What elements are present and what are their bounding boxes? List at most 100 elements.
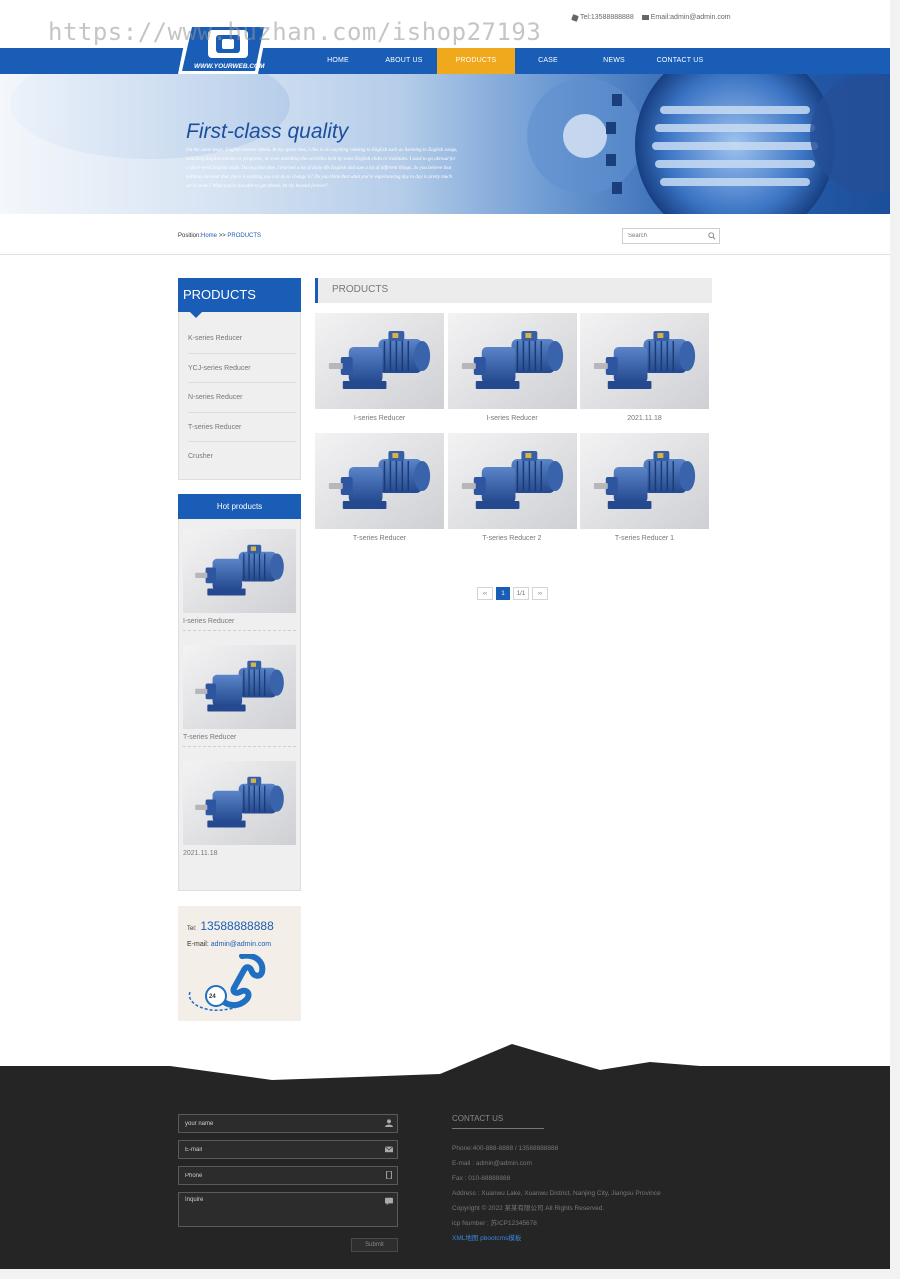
phone-icon [571, 13, 579, 22]
banner-text: On the same stage, English teacher label… [186, 148, 458, 189]
product-card[interactable]: I-series Reducer [447, 313, 577, 433]
pagination: ‹‹ 1 1/1 ›› [477, 587, 548, 600]
footer-icp: icp Number : 苏ICP12345678 [452, 1220, 537, 1227]
hot-products-title: Hot products [178, 494, 301, 519]
nav-news[interactable]: NEWS [581, 48, 647, 74]
hot-product-item[interactable]: I-series Reducer [183, 529, 296, 631]
hot-product-caption[interactable]: I-series Reducer [183, 618, 296, 631]
product-caption[interactable]: I-series Reducer [448, 415, 577, 422]
envelope-icon [385, 1146, 393, 1153]
pagination-page-current[interactable]: 1 [496, 587, 510, 600]
telephone-illustration-icon: 24 [188, 954, 266, 1011]
footer-contact: CONTACT US Phone:400-888-8888 / 13588888… [452, 1114, 752, 1246]
search-input[interactable] [623, 229, 703, 243]
mobile-phone-icon [386, 1171, 392, 1179]
product-card[interactable]: T-series Reducer [315, 433, 444, 553]
sidebar-item-ycj-series[interactable]: YCJ-series Reducer [188, 354, 296, 383]
sidebar-item-crusher[interactable]: Crusher [188, 442, 296, 472]
products-header: PRODUCTS [315, 278, 712, 303]
contact-card-tel-number: 13588888888 [200, 919, 274, 933]
breadcrumb-separator: >> [217, 233, 228, 239]
sidebar-products: PRODUCTS K-series Reducer YCJ-series Red… [178, 278, 301, 480]
email-field-wrap [178, 1140, 398, 1159]
product-image[interactable] [447, 313, 577, 409]
pagination-page-count[interactable]: 1/1 [513, 587, 529, 600]
hot-product-caption[interactable]: T-series Reducer [183, 734, 296, 747]
footer-fax: Fax : 010-88888888 [452, 1175, 511, 1182]
watermark-text: https://www.huzhan.com/ishop27193 [48, 18, 542, 46]
pagination-first-button[interactable]: ‹‹ [477, 587, 493, 600]
sidebar-item-n-series[interactable]: N-series Reducer [188, 383, 296, 413]
inquire-field-wrap [178, 1192, 398, 1227]
nav-contact[interactable]: CONTACT US [647, 48, 713, 74]
hot-product-caption[interactable]: 2021.11.18 [183, 850, 296, 862]
product-caption[interactable]: T-series Reducer [315, 535, 444, 542]
footer-phone: Phone:400-888-8888 / 13588888888 [452, 1145, 559, 1152]
page-margin-bottom [0, 1269, 900, 1279]
sidebar-title: PRODUCTS [178, 278, 301, 318]
product-image[interactable] [580, 313, 709, 409]
product-image[interactable] [183, 761, 296, 845]
product-caption[interactable]: I-series Reducer [315, 415, 444, 422]
product-caption[interactable]: T-series Reducer 1 [580, 535, 709, 542]
footer-mountain-background [0, 1044, 890, 1269]
contact-card-mail-address: admin@admin.com [210, 941, 272, 948]
contact-card: Tel: 13588888888 E-mail: admin@admin.com … [178, 906, 301, 1021]
product-caption[interactable]: 2021.11.18 [580, 415, 709, 422]
product-image[interactable] [183, 645, 296, 729]
product-card[interactable]: I-series Reducer [315, 313, 444, 433]
hot-products-list: I-series Reducer T-series Reducer 2021.1… [178, 519, 301, 891]
top-contact-bar: Tel:13588888888 Email:admin@admin.com [571, 13, 731, 22]
contact-card-tel-label: Tel: [187, 926, 197, 932]
product-image[interactable] [183, 529, 296, 613]
breadcrumb-bar: Position:Home >> PRODUCTS [0, 214, 890, 255]
contact-card-mail: E-mail: admin@admin.com [187, 941, 271, 948]
page: https://www.huzhan.com/ishop27193 Tel:13… [0, 0, 890, 1269]
footer-email: E-mail : admin@admin.com [452, 1160, 532, 1167]
top-tel-text: Tel:13588888888 [580, 14, 634, 21]
nav-about[interactable]: ABOUT US [371, 48, 437, 74]
top-tel: Tel:13588888888 [571, 13, 634, 22]
name-input[interactable] [179, 1115, 379, 1132]
product-image[interactable] [447, 433, 577, 529]
sidebar-item-t-series[interactable]: T-series Reducer [188, 413, 296, 442]
page-margin-right [890, 0, 900, 1279]
hot-product-item[interactable]: T-series Reducer [183, 645, 296, 747]
svg-text:24: 24 [209, 994, 216, 1000]
main-nav: HOME ABOUT US PRODUCTS CASE NEWS CONTACT… [305, 48, 713, 74]
product-card[interactable]: T-series Reducer 2 [447, 433, 577, 553]
footer-links[interactable]: XML地图 pbootcms模板 [452, 1231, 752, 1246]
breadcrumb-home[interactable]: Home [201, 233, 217, 239]
banner-gears-image [10, 74, 890, 214]
breadcrumb-current[interactable]: PRODUCTS [227, 233, 261, 239]
chat-bubble-icon [385, 1197, 393, 1205]
nav-case[interactable]: CASE [515, 48, 581, 74]
product-caption[interactable]: T-series Reducer 2 [448, 535, 577, 542]
sidebar-list: K-series Reducer YCJ-series Reducer N-se… [178, 312, 301, 480]
footer-address: Address : Xuanwu Lake, Xuanwu District, … [452, 1190, 661, 1197]
footer-copyright: Copyright © 2022 某某有限公司 All Rights Reser… [452, 1205, 605, 1212]
banner-title: First-class quality [186, 120, 349, 143]
breadcrumb: Position:Home >> PRODUCTS [178, 233, 261, 239]
product-card[interactable]: 2021.11.18 [580, 313, 709, 433]
search-box [622, 228, 720, 244]
footer [0, 1040, 890, 1269]
inquire-textarea[interactable] [179, 1193, 379, 1226]
pagination-last-button[interactable]: ›› [532, 587, 548, 600]
hot-product-item[interactable]: 2021.11.18 [183, 761, 296, 862]
logo-text: WWW.YOURWEB.COM [194, 63, 265, 70]
sidebar-item-k-series[interactable]: K-series Reducer [188, 324, 296, 354]
product-image[interactable] [315, 433, 444, 529]
nav-home[interactable]: HOME [305, 48, 371, 74]
product-card[interactable]: T-series Reducer 1 [580, 433, 709, 553]
nav-products[interactable]: PRODUCTS [437, 48, 515, 74]
search-icon[interactable] [708, 232, 716, 240]
footer-message-form: Submit [178, 1114, 398, 1252]
phone-input[interactable] [179, 1167, 379, 1184]
product-image[interactable] [580, 433, 709, 529]
name-field-wrap [178, 1114, 398, 1133]
email-input[interactable] [179, 1141, 379, 1158]
submit-button[interactable]: Submit [351, 1238, 398, 1252]
product-image[interactable] [315, 313, 444, 409]
product-grid: I-series Reducer I-series Reducer 2021.1… [315, 313, 713, 553]
